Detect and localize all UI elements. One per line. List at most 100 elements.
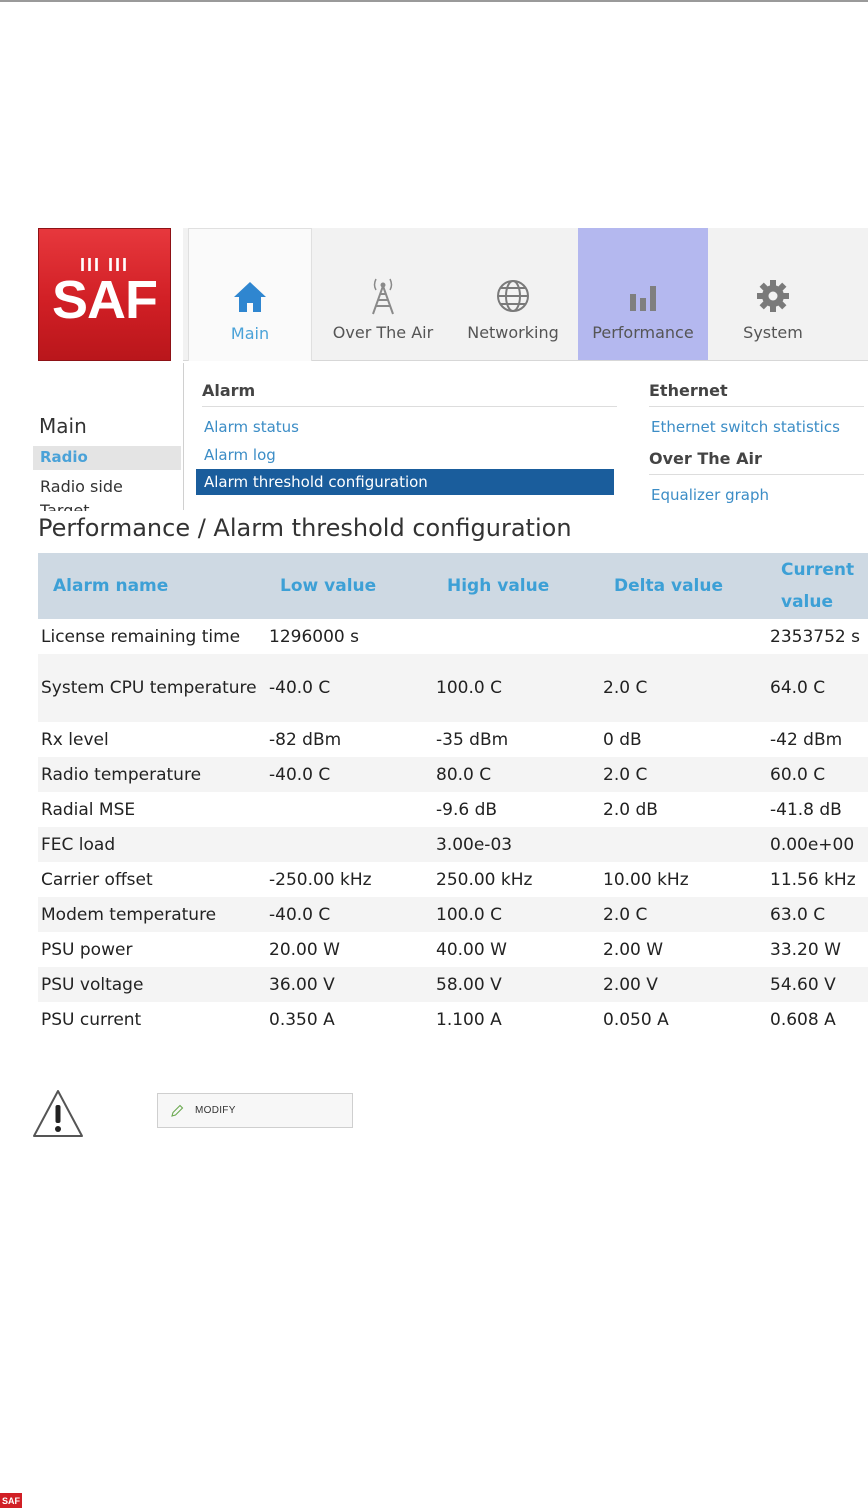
- table-cell: PSU power: [41, 939, 133, 960]
- alarm-threshold-table: Alarm name Low value High value Delta va…: [38, 553, 868, 1037]
- tab-main[interactable]: Main: [188, 228, 312, 361]
- table-cell: -41.8 dB: [770, 799, 842, 820]
- antenna-icon: [372, 278, 394, 315]
- table-cell: 0.00e+00: [767, 827, 868, 862]
- sidebar-heading: Main: [39, 414, 87, 438]
- table-cell: 60.0 C: [767, 757, 868, 792]
- table-cell: -35 dBm: [436, 729, 509, 750]
- table-cell: [266, 792, 433, 827]
- top-rule: [0, 0, 868, 2]
- tab-system[interactable]: System: [708, 228, 838, 360]
- menu-item-alarm-log[interactable]: Alarm log: [202, 441, 617, 469]
- performance-dropdown-menu: Alarm Alarm status Alarm log Alarm thres…: [183, 363, 868, 510]
- tab-label: Networking: [467, 323, 559, 342]
- table-row: Carrier offset -250.00 kHz 250.00 kHz 10.00…: [38, 862, 868, 897]
- table-cell: 250.00 kHz: [436, 869, 533, 890]
- table-cell: 3.00e-03: [433, 827, 600, 862]
- sidebar: Main Radio Radio side Target: [33, 373, 181, 511]
- table-cell: Radio temperature: [38, 757, 266, 792]
- table-row: System CPU temperature -40.0 C 100.0 C 2.0 …: [38, 654, 868, 722]
- table-row: Rx level -82 dBm -35 dBm 0 dB -42 dBm: [38, 722, 868, 757]
- table-cell: 10.00 kHz: [603, 869, 689, 890]
- table-row: Radial MSE -9.6 dB 2.0 dB -41.8 dB: [38, 792, 868, 827]
- table-cell: 20.00 W: [269, 939, 340, 960]
- tab-over-the-air[interactable]: Over The Air: [318, 228, 448, 360]
- table-cell: 100.0 C: [433, 654, 600, 722]
- table-cell: 0.608 A: [770, 1009, 836, 1030]
- sidebar-item-radio[interactable]: Radio: [33, 446, 181, 470]
- table-cell: Radial MSE: [41, 799, 136, 820]
- column-header: Low value: [266, 553, 433, 619]
- table-cell: -40.0 C: [266, 757, 433, 792]
- column-header: Alarm name: [38, 553, 266, 619]
- table-cell: -42 dBm: [770, 729, 843, 750]
- table-cell: 58.00 V: [433, 967, 600, 1002]
- table-cell: 54.60 V: [767, 967, 868, 1002]
- table-cell: 1.100 A: [436, 1009, 502, 1030]
- table-row: License remaining time 1296000 s 2353752 s: [38, 619, 868, 654]
- footer-saf-logo: SAF: [0, 1493, 22, 1508]
- table-row: PSU voltage 36.00 V 58.00 V 2.00 V 54.60 V: [38, 967, 868, 1002]
- table-cell: FEC load: [38, 827, 266, 862]
- table-cell: 2.0 C: [600, 654, 767, 722]
- menu-item-ethernet-switch-statistics[interactable]: Ethernet switch statistics: [649, 413, 864, 441]
- menu-item-alarm-status[interactable]: Alarm status: [202, 413, 617, 441]
- globe-icon: [497, 280, 529, 312]
- menu-column-alarm: Alarm Alarm status Alarm log Alarm thres…: [196, 381, 617, 495]
- tab-networking[interactable]: Networking: [448, 228, 578, 360]
- table-cell: 11.56 kHz: [770, 869, 856, 890]
- column-header: High value: [433, 553, 600, 619]
- menu-section-heading: Alarm: [202, 381, 617, 407]
- tab-label: Performance: [592, 323, 694, 342]
- table-cell: 100.0 C: [433, 897, 600, 932]
- table-cell: -40.0 C: [266, 654, 433, 722]
- modify-label: MODIFY: [195, 1105, 236, 1116]
- home-icon: [234, 282, 266, 312]
- table-cell: License remaining time: [41, 626, 241, 647]
- table-cell: Modem temperature: [38, 897, 266, 932]
- tab-performance[interactable]: Performance: [578, 228, 708, 360]
- table-cell: System CPU temperature: [38, 654, 266, 722]
- table-cell: -250.00 kHz: [269, 869, 372, 890]
- table-cell: 2.0 C: [600, 897, 767, 932]
- modify-button[interactable]: MODIFY: [157, 1093, 353, 1128]
- menu-section-heading: Over The Air: [649, 449, 864, 475]
- table-cell: 63.0 C: [767, 897, 868, 932]
- table-cell: 1296000 s: [269, 626, 359, 647]
- table-cell: Rx level: [41, 729, 109, 750]
- table-row: Radio temperature -40.0 C 80.0 C 2.0 C 60.0 …: [38, 757, 868, 792]
- table-row: PSU power 20.00 W 40.00 W 2.00 W 33.20 W: [38, 932, 868, 967]
- table-cell: 2.00 V: [600, 967, 767, 1002]
- table-cell: 0.050 A: [603, 1009, 669, 1030]
- menu-section-heading: Ethernet: [649, 381, 864, 407]
- table-cell: 40.00 W: [436, 939, 507, 960]
- sidebar-item-radio-side[interactable]: Radio side: [40, 477, 123, 496]
- table-row: FEC load 3.00e-03 0.00e+00: [38, 827, 868, 862]
- page-title: Performance / Alarm threshold configurat…: [38, 514, 572, 542]
- menu-item-alarm-threshold-configuration[interactable]: Alarm threshold configuration: [196, 469, 614, 495]
- table-cell: [600, 827, 767, 862]
- sidebar-item-target[interactable]: Target: [40, 501, 90, 511]
- table-header-row: Alarm name Low value High value Delta va…: [38, 553, 868, 619]
- column-header: Delta value: [600, 553, 767, 619]
- menu-item-equalizer-graph[interactable]: Equalizer graph: [649, 481, 864, 509]
- table-row: PSU current 0.350 A 1.100 A 0.050 A 0.608 A: [38, 1002, 868, 1037]
- table-cell: Carrier offset: [41, 869, 153, 890]
- app-screenshot: III III SAF Main Over The Air Networking: [33, 218, 868, 1048]
- table-cell: 64.0 C: [767, 654, 868, 722]
- top-nav: Main Over The Air Networking Performance…: [183, 228, 868, 361]
- table-cell: 36.00 V: [266, 967, 433, 1002]
- table-cell: 2353752 s: [770, 626, 860, 647]
- tab-label: Main: [230, 324, 270, 343]
- table-row: Modem temperature -40.0 C 100.0 C 2.0 C 63.0…: [38, 897, 868, 932]
- bar-chart-icon: [630, 286, 656, 311]
- tab-label: System: [743, 323, 803, 342]
- table-cell: 2.00 W: [603, 939, 664, 960]
- table-cell: -9.6 dB: [436, 799, 498, 820]
- column-header: Current value: [767, 553, 868, 619]
- table-cell: PSU voltage: [38, 967, 266, 1002]
- saf-logo[interactable]: III III SAF: [38, 228, 171, 361]
- gear-icon: [757, 280, 789, 312]
- table-cell: -40.0 C: [266, 897, 433, 932]
- warning-icon: [33, 1090, 83, 1137]
